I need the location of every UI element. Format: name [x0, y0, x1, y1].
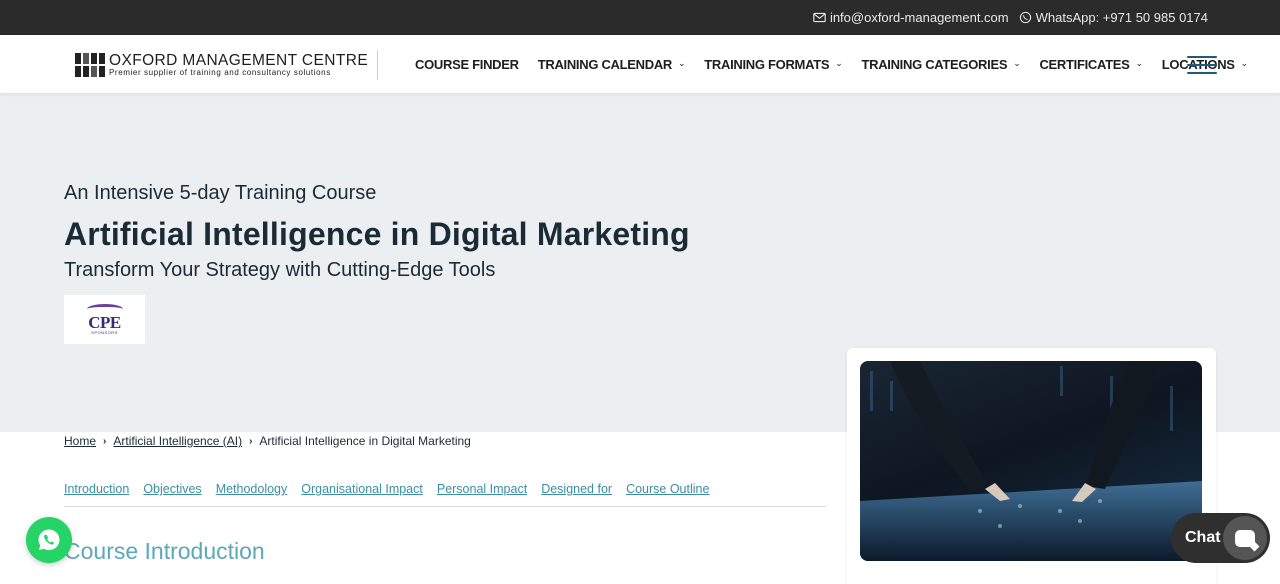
anchor-designed-for[interactable]: Designed for	[541, 482, 612, 506]
section-anchor-nav: Introduction Objectives Methodology Orga…	[64, 482, 826, 507]
nav-training-categories[interactable]: TRAINING CATEGORIES ⌄	[861, 57, 1020, 72]
course-pretitle: An Intensive 5-day Training Course	[64, 182, 377, 204]
logo-mark-icon	[75, 53, 105, 77]
anchor-introduction[interactable]: Introduction	[64, 482, 129, 506]
anchor-methodology[interactable]: Methodology	[216, 482, 288, 506]
chevron-down-icon: ⌄	[1240, 58, 1249, 68]
contact-info: info@oxford-management.com WhatsApp: +97…	[813, 10, 1208, 25]
chat-bubble-icon	[1223, 516, 1267, 560]
nav-training-calendar[interactable]: TRAINING CALENDAR ⌄	[538, 57, 686, 72]
chevron-down-icon: ⌄	[1135, 58, 1144, 68]
site-logo[interactable]: OXFORD MANAGEMENT CENTRE Premier supplie…	[75, 50, 379, 80]
cpe-badge-small: SPONSORS	[91, 330, 118, 335]
nav-label: TRAINING CALENDAR	[537, 57, 673, 72]
anchor-personal-impact[interactable]: Personal Impact	[437, 482, 527, 506]
logo-name: OXFORD MANAGEMENT CENTRE	[109, 51, 369, 69]
email-link[interactable]: info@oxford-management.com	[813, 10, 1009, 25]
chevron-down-icon: ⌄	[678, 58, 686, 68]
chevron-down-icon: ⌄	[835, 58, 843, 68]
whatsapp-text: WhatsApp: +971 50 985 0174	[1035, 10, 1208, 25]
course-subtitle: Transform Your Strategy with Cutting-Edg…	[64, 259, 496, 281]
chat-label: Chat	[1185, 529, 1221, 546]
nav-label: CERTIFICATES	[1039, 57, 1130, 72]
chevron-down-icon: ⌄	[1013, 58, 1021, 68]
nav-training-formats[interactable]: TRAINING FORMATS ⌄	[704, 57, 843, 72]
anchor-course-outline[interactable]: Course Outline	[626, 482, 709, 506]
chat-widget-button[interactable]: Chat	[1171, 513, 1270, 563]
email-text: info@oxford-management.com	[829, 10, 1009, 25]
whatsapp-icon	[38, 529, 60, 551]
section-title: Course Introduction	[64, 538, 265, 564]
breadcrumb: Home › Artificial Intelligence (AI) › Ar…	[64, 434, 471, 448]
nav-certificates[interactable]: CERTIFICATES ⌄	[1039, 57, 1144, 72]
breadcrumb-home[interactable]: Home	[64, 434, 96, 448]
nav-label: TRAINING CATEGORIES	[861, 57, 1008, 72]
page-title: Artificial Intelligence in Digital Marke…	[64, 216, 690, 252]
whatsapp-link[interactable]: WhatsApp: +971 50 985 0174	[1019, 10, 1208, 25]
anchor-objectives[interactable]: Objectives	[143, 482, 201, 506]
chevron-right-icon: ›	[103, 435, 107, 447]
breadcrumb-category[interactable]: Artificial Intelligence (AI)	[113, 434, 242, 448]
whatsapp-icon	[1019, 11, 1031, 24]
anchor-organisational-impact[interactable]: Organisational Impact	[301, 482, 423, 506]
nav-course-finder[interactable]: COURSE FINDER	[415, 57, 519, 72]
breadcrumb-current: Artificial Intelligence in Digital Marke…	[259, 434, 471, 448]
course-image-card	[847, 348, 1216, 584]
hamburger-menu-icon[interactable]	[1187, 56, 1217, 74]
envelope-icon	[813, 12, 826, 23]
chevron-right-icon: ›	[249, 435, 253, 447]
cpe-badge-text: CPE	[88, 313, 121, 332]
site-header: OXFORD MANAGEMENT CENTRE Premier supplie…	[0, 35, 1280, 94]
top-bar: info@oxford-management.com WhatsApp: +97…	[0, 0, 1280, 35]
nav-label: TRAINING FORMATS	[704, 57, 830, 72]
cpe-badge: CPE SPONSORS	[64, 295, 145, 344]
whatsapp-float-button[interactable]	[26, 517, 72, 563]
course-image	[860, 361, 1202, 561]
logo-tagline: Premier supplier of training and consult…	[109, 67, 331, 77]
main-nav: COURSE FINDER TRAINING CALENDAR ⌄ TRAINI…	[415, 57, 1267, 72]
nav-label: COURSE FINDER	[415, 57, 519, 72]
